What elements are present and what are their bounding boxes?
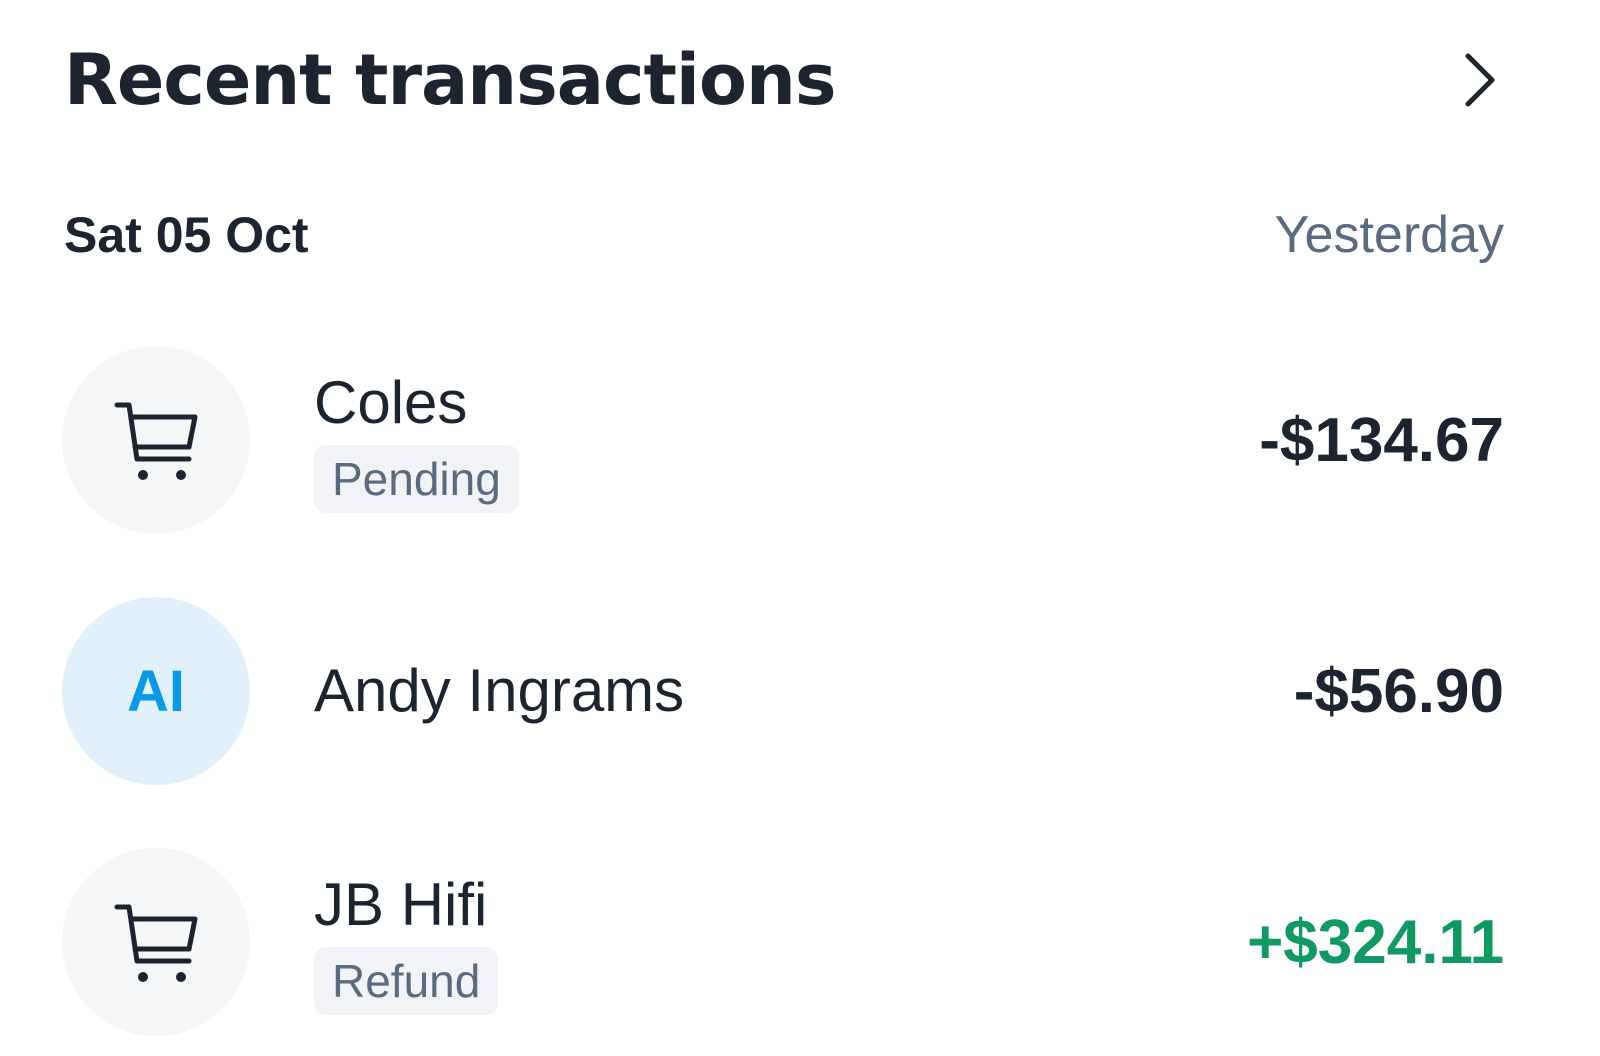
transaction-row[interactable]: JB Hifi Refund +$324.11 bbox=[62, 847, 1504, 1037]
contact-avatar: AI bbox=[62, 597, 250, 785]
avatar-initials: AI bbox=[127, 658, 185, 724]
transaction-row[interactable]: Coles Pending -$134.67 bbox=[62, 345, 1504, 535]
shopping-cart-icon bbox=[114, 402, 198, 480]
transaction-amount: -$56.90 bbox=[1293, 656, 1504, 726]
status-badge: Refund bbox=[314, 947, 499, 1015]
transaction-name: JB Hifi bbox=[314, 871, 488, 938]
transaction-row[interactable]: AI Andy Ingrams -$56.90 bbox=[62, 596, 1504, 786]
transaction-amount: +$324.11 bbox=[1247, 907, 1504, 977]
transaction-name: Coles bbox=[314, 369, 468, 436]
group-date: Sat 05 Oct bbox=[64, 207, 309, 263]
transaction-name: Andy Ingrams bbox=[314, 657, 685, 724]
section-title: Recent transactions bbox=[64, 39, 837, 121]
group-relative-date: Yesterday bbox=[1274, 206, 1504, 264]
chevron-right-icon bbox=[1465, 53, 1495, 107]
merchant-avatar bbox=[62, 848, 250, 1036]
date-group-header: Sat 05 Oct Yesterday bbox=[64, 200, 1504, 270]
shopping-cart-icon bbox=[114, 904, 198, 982]
view-all-button[interactable] bbox=[1456, 50, 1504, 110]
merchant-avatar bbox=[62, 346, 250, 534]
section-header: Recent transactions bbox=[64, 30, 1504, 130]
status-badge: Pending bbox=[314, 445, 519, 513]
transaction-amount: -$134.67 bbox=[1259, 405, 1504, 475]
